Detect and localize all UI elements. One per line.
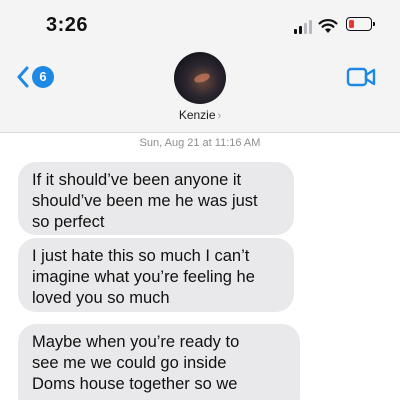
back-button[interactable]: 6 — [16, 64, 56, 90]
message-bubble-incoming[interactable]: Maybe when you’re ready to see me we cou… — [18, 324, 300, 400]
chevron-right-icon: › — [217, 110, 222, 122]
contact-name: Kenzie — [178, 108, 216, 122]
conversation-header: 3:26 6 Kenzie › — [0, 0, 400, 133]
message-bubble-incoming[interactable]: If it should’ve been anyone it should’ve… — [18, 162, 294, 235]
message-timestamp: Sun, Aug 21 at 11:16 AM — [139, 137, 261, 149]
cellular-signal-icon — [294, 20, 314, 34]
unread-count-badge: 6 — [32, 66, 54, 88]
contact-name-row[interactable]: Kenzie › — [0, 108, 400, 122]
battery-icon — [346, 17, 375, 31]
avatar-photo-detail — [193, 71, 211, 85]
message-bubble-incoming[interactable]: I just hate this so much I can’t imagine… — [18, 238, 294, 312]
status-time: 3:26 — [46, 14, 89, 36]
messages-screen: 3:26 6 Kenzie › Sun, Aug 21 at 11:16 AM … — [0, 0, 400, 400]
chevron-left-icon — [17, 66, 29, 88]
battery-level — [349, 20, 354, 28]
video-camera-icon[interactable] — [346, 66, 376, 88]
contact-avatar[interactable] — [174, 52, 226, 104]
wifi-icon — [318, 19, 338, 33]
